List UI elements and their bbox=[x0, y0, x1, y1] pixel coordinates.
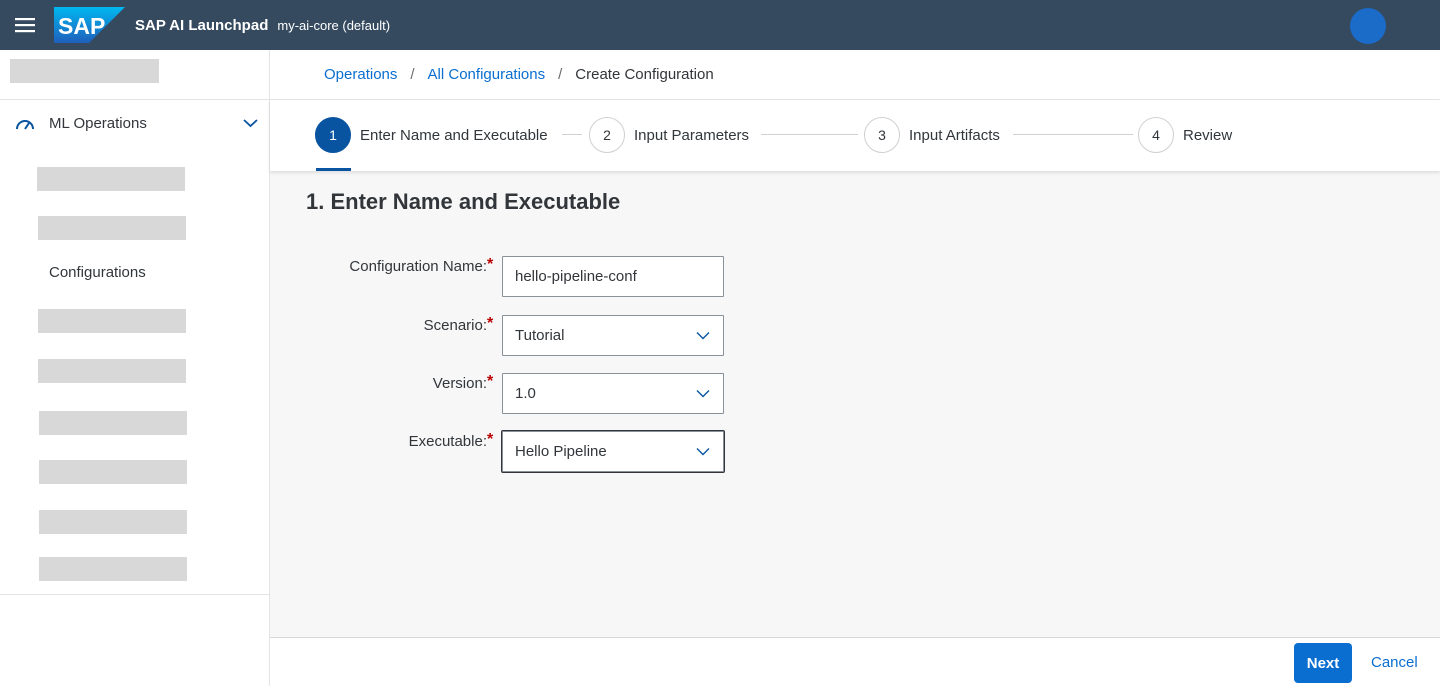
form-row-executable: Executable: * Hello Pipeline bbox=[270, 431, 1440, 472]
step-number: 2 bbox=[589, 117, 625, 153]
nav-group-ml-operations[interactable]: ML Operations bbox=[0, 106, 269, 142]
field-label: Scenario: bbox=[423, 317, 487, 334]
gauge-icon bbox=[16, 120, 34, 130]
wizard-step-1[interactable]: 1 Enter Name and Executable bbox=[315, 117, 548, 153]
footer-toolbar: Next Cancel bbox=[270, 637, 1440, 686]
nav-item-placeholder[interactable] bbox=[38, 309, 186, 333]
required-marker: * bbox=[487, 431, 494, 448]
side-navigation: ML Operations Configurations bbox=[0, 50, 270, 686]
nav-item-placeholder[interactable] bbox=[39, 411, 187, 435]
step-connector bbox=[562, 134, 582, 135]
divider bbox=[0, 99, 269, 100]
required-marker: * bbox=[487, 256, 494, 273]
step-label: Review bbox=[1183, 126, 1233, 144]
breadcrumb-current: Create Configuration bbox=[575, 66, 714, 83]
svg-text:SAP: SAP bbox=[58, 13, 105, 39]
form-row-configuration-name: Configuration Name: * hello-pipeline-con… bbox=[270, 256, 1440, 297]
field-value: Hello Pipeline bbox=[515, 443, 607, 460]
step-connector bbox=[761, 134, 858, 135]
chevron-down-icon bbox=[696, 448, 710, 456]
user-avatar[interactable] bbox=[1350, 8, 1386, 44]
step-connector bbox=[1013, 134, 1133, 135]
nav-group-label: ML Operations bbox=[49, 115, 147, 132]
shell-bar: SAP SAP AI Launchpad my-ai-core (default… bbox=[0, 0, 1440, 50]
field-label: Executable: bbox=[408, 433, 487, 450]
tenant-name: my-ai-core (default) bbox=[277, 17, 391, 33]
nav-item-placeholder[interactable] bbox=[37, 167, 185, 191]
version-select[interactable]: 1.0 bbox=[502, 373, 724, 414]
nav-item-placeholder[interactable] bbox=[38, 359, 186, 383]
divider bbox=[0, 594, 269, 595]
chevron-down-icon bbox=[696, 390, 710, 398]
active-step-indicator bbox=[316, 168, 351, 171]
next-button[interactable]: Next bbox=[1294, 643, 1352, 683]
nav-item-placeholder[interactable] bbox=[38, 216, 186, 240]
breadcrumb-all-configurations[interactable]: All Configurations bbox=[428, 66, 546, 83]
form-row-scenario: Scenario: * Tutorial bbox=[270, 315, 1440, 356]
hamburger-icon[interactable] bbox=[0, 0, 50, 50]
field-value: 1.0 bbox=[515, 385, 536, 402]
executable-select[interactable]: Hello Pipeline bbox=[502, 431, 724, 472]
workspace-placeholder[interactable] bbox=[10, 59, 159, 83]
nav-item-placeholder[interactable] bbox=[39, 460, 187, 484]
product-title: SAP AI Launchpad bbox=[135, 16, 269, 34]
breadcrumb-separator: / bbox=[558, 66, 563, 83]
field-value: hello-pipeline-conf bbox=[515, 268, 637, 285]
wizard-step-3[interactable]: 3 Input Artifacts bbox=[864, 117, 1000, 153]
form-row-version: Version: * 1.0 bbox=[270, 373, 1440, 414]
field-value: Tutorial bbox=[515, 327, 565, 344]
scenario-select[interactable]: Tutorial bbox=[502, 315, 724, 356]
breadcrumb-separator: / bbox=[410, 66, 415, 83]
step-number: 4 bbox=[1138, 117, 1174, 153]
chevron-down-icon bbox=[696, 332, 710, 340]
wizard-progress-bar: 1 Enter Name and Executable 2 Input Para… bbox=[270, 100, 1440, 171]
cancel-button[interactable]: Cancel bbox=[1371, 654, 1418, 671]
page-title: 1. Enter Name and Executable bbox=[306, 189, 621, 214]
sap-logo[interactable]: SAP bbox=[54, 7, 125, 43]
breadcrumb-operations[interactable]: Operations bbox=[324, 66, 397, 83]
required-marker: * bbox=[487, 315, 494, 332]
breadcrumb: Operations / All Configurations / Create… bbox=[270, 50, 1440, 100]
required-marker: * bbox=[487, 373, 494, 390]
nav-item-configurations[interactable]: Configurations bbox=[49, 264, 146, 281]
nav-item-placeholder[interactable] bbox=[39, 557, 187, 581]
wizard-step-2[interactable]: 2 Input Parameters bbox=[589, 117, 749, 153]
step-label: Input Parameters bbox=[634, 126, 750, 144]
step-label: Enter Name and Executable bbox=[360, 126, 548, 144]
main-content: Operations / All Configurations / Create… bbox=[270, 50, 1440, 686]
step-number: 1 bbox=[315, 117, 351, 153]
field-label: Version: bbox=[432, 375, 487, 392]
step-label: Input Artifacts bbox=[909, 126, 1000, 144]
configuration-name-input[interactable]: hello-pipeline-conf bbox=[502, 256, 724, 297]
chevron-down-icon[interactable] bbox=[243, 118, 258, 128]
field-label: Configuration Name: bbox=[349, 258, 487, 275]
step-number: 3 bbox=[864, 117, 900, 153]
nav-item-placeholder[interactable] bbox=[39, 510, 187, 534]
wizard-step-4[interactable]: 4 Review bbox=[1138, 117, 1232, 153]
